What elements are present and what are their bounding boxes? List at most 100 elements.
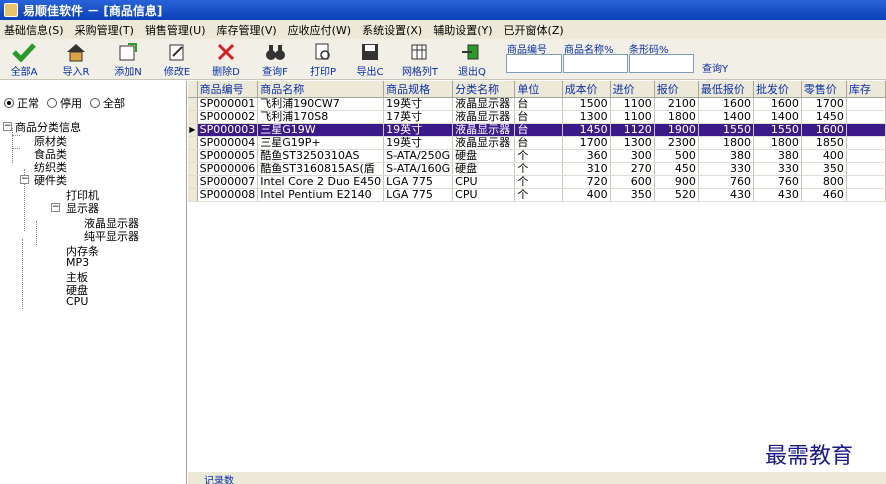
edit-icon bbox=[169, 44, 184, 61]
table-cell: SP000002 bbox=[197, 110, 259, 124]
product-table: 商品编号 商品名称 商品规格 分类名称 单位 成本价 进价 报价 最低报价 批发… bbox=[188, 81, 886, 202]
col-header[interactable]: 商品编号 bbox=[197, 81, 259, 98]
table-cell: 1550 bbox=[753, 123, 802, 137]
table-cell: 19英寸 bbox=[383, 123, 454, 137]
table-cell: 1800 bbox=[698, 136, 755, 150]
table-cell: 三星G19P+ bbox=[257, 136, 385, 150]
filter-all-radio[interactable]: 全部 bbox=[90, 95, 125, 111]
table-cell: 600 bbox=[610, 175, 655, 189]
col-header[interactable]: 商品名称 bbox=[257, 81, 385, 98]
exit-icon bbox=[462, 44, 479, 60]
table-cell: 19英寸 bbox=[383, 97, 454, 111]
col-header[interactable]: 成本价 bbox=[562, 81, 611, 98]
print-button[interactable]: 打印P bbox=[301, 41, 345, 78]
col-header[interactable]: 库存 bbox=[846, 81, 886, 98]
tree-item-cpu[interactable]: CPU bbox=[66, 295, 88, 308]
category-pane: 正常 停用 全部 − 商品分类信息 原材类 食品类 纺织类 − 硬件类 打印机 … bbox=[0, 81, 187, 484]
table-cell: SP000001 bbox=[197, 97, 259, 111]
name-input[interactable] bbox=[563, 54, 628, 73]
root-expander[interactable]: − bbox=[3, 122, 12, 131]
tree-item-crt[interactable]: 纯平显示器 bbox=[84, 228, 139, 244]
query-button[interactable]: 查询Y bbox=[702, 60, 728, 75]
table-cell: 310 bbox=[562, 162, 611, 176]
col-header[interactable]: 零售价 bbox=[801, 81, 847, 98]
menu-sales[interactable]: 销售管理(U) bbox=[145, 22, 206, 38]
table-row[interactable]: ▶ SP000003 三星G19W 19英寸 液晶显示器台 1450 1120 1900 155… bbox=[188, 123, 886, 137]
code-input[interactable] bbox=[506, 54, 562, 73]
search-button[interactable]: 查询F bbox=[253, 41, 297, 78]
delete-button[interactable]: 删除D bbox=[204, 41, 248, 78]
table-cell: 17英寸 bbox=[383, 110, 454, 124]
table-cell: 个 bbox=[514, 188, 563, 202]
record-count-label: 记录数 bbox=[204, 476, 234, 484]
table-cell: LGA 775 bbox=[383, 175, 454, 189]
display-expander[interactable]: − bbox=[51, 203, 60, 212]
table-cell bbox=[846, 97, 886, 111]
edit-button[interactable]: 修改E bbox=[155, 41, 199, 78]
table-cell: 380 bbox=[698, 149, 755, 163]
table-cell: 270 bbox=[610, 162, 655, 176]
col-header[interactable]: 进价 bbox=[610, 81, 655, 98]
table-row[interactable]: SP000004 三星G19P+ 19英寸 液晶显示器台 1700 1300 2300 180… bbox=[188, 136, 886, 150]
table-row[interactable]: SP000005 酷鱼ST3250310AS S-ATA/250G 硬盘个 360 300… bbox=[188, 149, 886, 163]
col-header[interactable]: 分类名称 bbox=[452, 81, 516, 98]
table-row[interactable]: SP000007 Intel Core 2 Duo E450 LGA 775 CPU 个… bbox=[188, 175, 886, 189]
tree-item-display[interactable]: 显示器 bbox=[66, 200, 99, 216]
all-button[interactable]: 全部A bbox=[2, 41, 46, 78]
menu-purchase[interactable]: 采购管理(T) bbox=[75, 22, 134, 38]
table-cell: 个 bbox=[514, 149, 563, 163]
filter-normal-radio[interactable]: 正常 bbox=[4, 95, 39, 111]
table-row[interactable]: SP000001 飞利浦190CW7 19英寸 液晶显示器台 1500 1100 2100 1… bbox=[188, 97, 886, 111]
table-cell: 300 bbox=[610, 149, 655, 163]
menu-inventory[interactable]: 库存管理(V) bbox=[217, 22, 277, 38]
row-indicator[interactable] bbox=[188, 162, 198, 176]
filter-disabled-radio[interactable]: 停用 bbox=[47, 95, 82, 111]
row-indicator[interactable] bbox=[188, 110, 198, 124]
col-header[interactable]: 批发价 bbox=[753, 81, 802, 98]
table-cell bbox=[846, 110, 886, 124]
table-cell: CPU bbox=[452, 175, 516, 189]
export-button[interactable]: 导出C bbox=[348, 41, 392, 78]
barcode-input[interactable] bbox=[629, 54, 694, 73]
table-cell: SP000007 bbox=[197, 175, 259, 189]
menu-system-settings[interactable]: 系统设置(X) bbox=[362, 22, 422, 38]
row-indicator[interactable] bbox=[188, 175, 198, 189]
table-cell: 760 bbox=[753, 175, 802, 189]
title-bar: 易顺佳软件 － [商品信息] bbox=[0, 0, 886, 20]
import-button[interactable]: 导入R bbox=[54, 41, 98, 78]
row-indicator[interactable] bbox=[188, 136, 198, 150]
table-cell: SP000008 bbox=[197, 188, 259, 202]
tree-item-hardware[interactable]: 硬件类 bbox=[34, 172, 67, 188]
col-header[interactable]: 单位 bbox=[514, 81, 563, 98]
col-header[interactable]: 最低报价 bbox=[698, 81, 755, 98]
table-cell: 800 bbox=[801, 175, 847, 189]
menu-open-windows[interactable]: 已开窗体(Z) bbox=[504, 22, 564, 38]
tree-item-mp3[interactable]: MP3 bbox=[66, 256, 89, 269]
grid-columns-button[interactable]: 网格列T bbox=[398, 41, 442, 78]
col-header[interactable]: 报价 bbox=[654, 81, 699, 98]
row-indicator[interactable] bbox=[188, 149, 198, 163]
checkmark-icon bbox=[12, 43, 36, 62]
menu-aux-settings[interactable]: 辅助设置(Y) bbox=[433, 22, 492, 38]
table-cell: 1600 bbox=[753, 97, 802, 111]
menu-basic-info[interactable]: 基础信息(S) bbox=[4, 22, 64, 38]
row-indicator[interactable]: ▶ bbox=[188, 123, 198, 137]
menu-receivables[interactable]: 应收应付(W) bbox=[288, 22, 351, 38]
table-cell: 个 bbox=[514, 175, 563, 189]
delete-x-icon bbox=[217, 43, 235, 61]
table-cell: 430 bbox=[698, 188, 755, 202]
table-row[interactable]: SP000008 Intel Pentium E2140 LGA 775 CPU 个 40… bbox=[188, 188, 886, 202]
exit-button[interactable]: 退出Q bbox=[450, 41, 494, 78]
table-cell: 1100 bbox=[610, 110, 655, 124]
table-row[interactable]: SP000002 飞利浦170S8 17英寸 液晶显示器台 1300 1100 1800 14… bbox=[188, 110, 886, 124]
row-indicator[interactable] bbox=[188, 188, 198, 202]
row-indicator[interactable] bbox=[188, 97, 198, 111]
status-filter: 正常 停用 全部 bbox=[4, 95, 125, 111]
table-row[interactable]: SP000006 酷鱼ST3160815AS(盾 S-ATA/160G 硬盘个 310 2… bbox=[188, 162, 886, 176]
table-cell: 900 bbox=[654, 175, 699, 189]
add-button[interactable]: 添加N bbox=[106, 41, 150, 78]
col-header[interactable]: 商品规格 bbox=[383, 81, 454, 98]
table-cell: 硬盘 bbox=[452, 149, 516, 163]
hardware-expander[interactable]: − bbox=[20, 175, 29, 184]
header-indicator bbox=[188, 81, 198, 98]
